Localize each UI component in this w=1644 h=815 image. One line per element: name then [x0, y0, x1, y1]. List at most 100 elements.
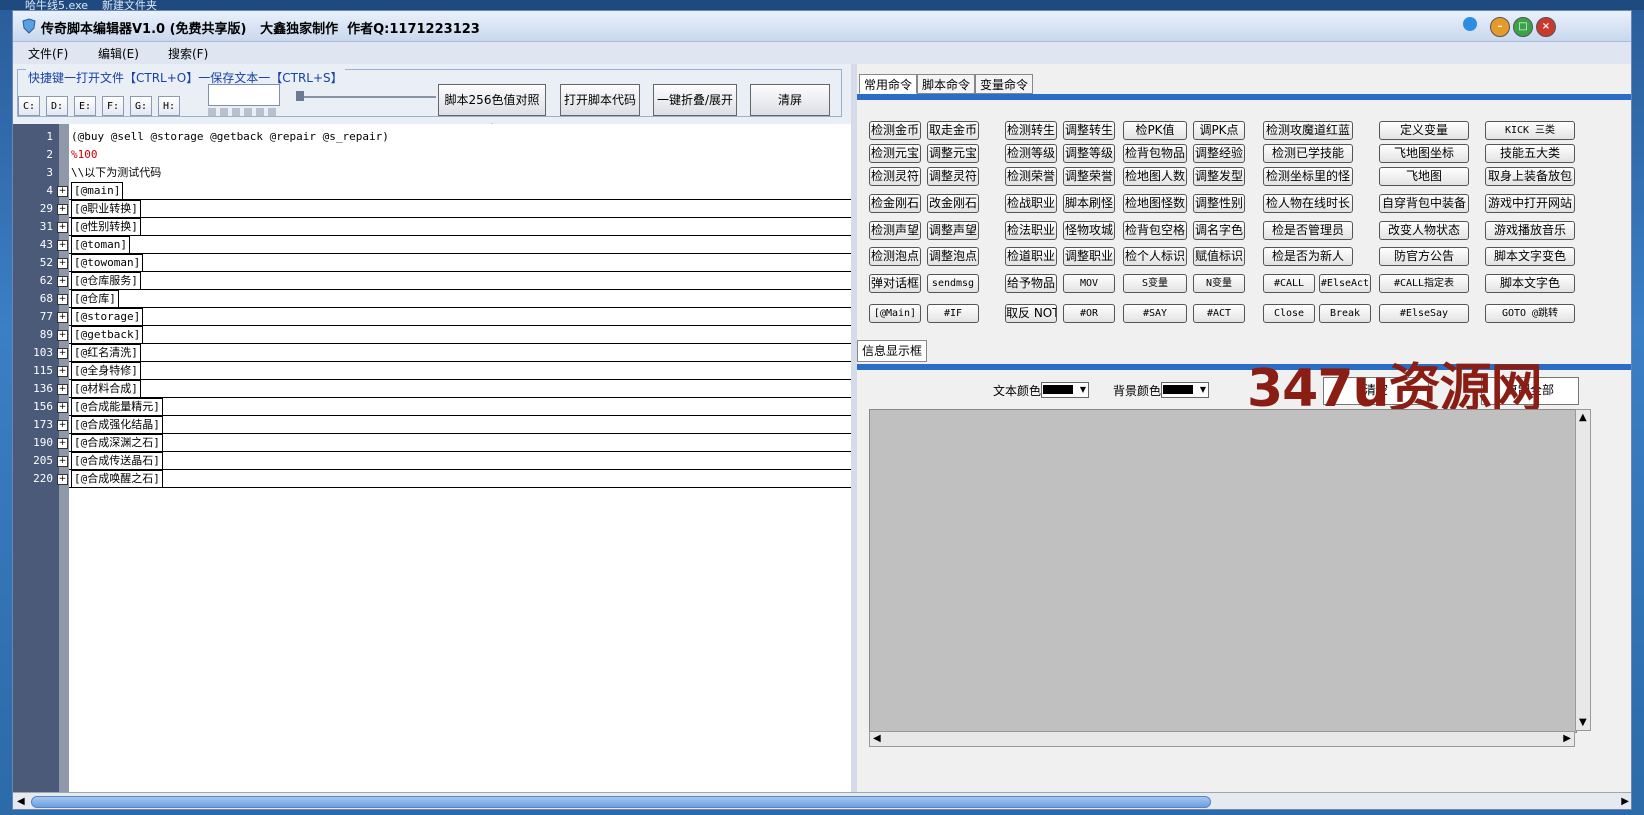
drive-c-button[interactable]: C: — [18, 96, 40, 116]
command-button[interactable]: 取走金币 — [927, 121, 979, 140]
command-button[interactable]: [@Main] — [869, 304, 921, 323]
code-line[interactable]: 103 + [@红名清洗] — [13, 344, 851, 362]
command-button[interactable]: MOV — [1063, 274, 1115, 293]
code-line[interactable]: 77 + [@storage] — [13, 308, 851, 326]
command-button[interactable]: #ElseAct — [1319, 274, 1371, 293]
code-line[interactable]: 29 + [@职业转换] — [13, 200, 851, 218]
command-button[interactable]: #CALL — [1263, 274, 1315, 293]
command-button[interactable]: #OR — [1063, 304, 1115, 323]
fold-expand-icon[interactable]: + — [57, 474, 68, 485]
code-line[interactable]: 31 + [@性别转换] — [13, 218, 851, 236]
command-button[interactable]: 检测声望 — [869, 221, 921, 240]
command-button[interactable]: 游戏中打开网站 — [1485, 194, 1575, 213]
fold-expand-icon[interactable]: + — [57, 222, 68, 233]
command-button[interactable]: 检测坐标里的怪 — [1263, 167, 1353, 186]
fold-expand-icon[interactable]: + — [57, 240, 68, 251]
command-button[interactable]: S变量 — [1123, 274, 1187, 293]
fold-expand-icon[interactable]: + — [57, 348, 68, 359]
command-button[interactable]: 怪物攻城 — [1063, 221, 1115, 240]
command-button[interactable]: 调整经验 — [1193, 144, 1245, 163]
command-button[interactable]: 检战职业 — [1005, 194, 1057, 213]
drive-d-button[interactable]: D: — [46, 96, 68, 116]
code-line[interactable]: 205 + [@合成传送晶石] — [13, 452, 851, 470]
command-button[interactable]: 技能五大类 — [1485, 144, 1575, 163]
fold-expand-icon[interactable]: + — [57, 456, 68, 467]
scroll-down-icon[interactable]: ▼ — [1579, 717, 1587, 728]
command-button[interactable]: #SAY — [1123, 304, 1187, 323]
code-line[interactable]: 68 + [@仓库] — [13, 290, 851, 308]
clear-screen-button[interactable]: 清屏 — [750, 84, 830, 116]
command-button[interactable]: 调名字色 — [1193, 221, 1245, 240]
command-button[interactable]: 改金刚石 — [927, 194, 979, 213]
info-horizontal-scrollbar[interactable]: ◀ ▶ — [869, 731, 1575, 747]
command-button[interactable]: GOTO @跳转 — [1485, 304, 1575, 323]
command-button[interactable]: 检测攻魔道红蓝 — [1263, 121, 1353, 140]
command-button[interactable]: 检测泡点 — [869, 247, 921, 266]
scroll-left-icon[interactable]: ◀ — [873, 733, 881, 744]
scroll-right-icon[interactable]: ▶ — [1563, 733, 1571, 744]
command-button[interactable]: 调PK点 — [1193, 121, 1245, 140]
code-line[interactable]: 2 %100 — [13, 146, 851, 164]
info-vertical-scrollbar[interactable]: ▲ ▼ — [1575, 409, 1591, 731]
minimize-button[interactable]: – — [1490, 17, 1510, 37]
fold-expand-icon[interactable]: + — [57, 312, 68, 323]
fold-expand-icon[interactable]: + — [57, 294, 68, 305]
scrollbar-thumb[interactable] — [31, 796, 1211, 808]
tab-variable-commands[interactable]: 变量命令 — [975, 74, 1034, 94]
editor-horizontal-scrollbar[interactable]: ◀ ▶ — [13, 792, 1631, 809]
code-line[interactable]: 1 (@buy @sell @storage @getback @repair @… — [13, 128, 851, 146]
code-line[interactable]: 136 + [@材料合成] — [13, 380, 851, 398]
command-button[interactable]: 调整等级 — [1063, 144, 1115, 163]
pin-icon[interactable] — [1463, 17, 1477, 31]
slider-thumb[interactable] — [296, 91, 304, 101]
fold-expand-icon[interactable]: + — [57, 186, 68, 197]
command-button[interactable]: 赋值标识 — [1193, 247, 1245, 266]
scroll-left-icon[interactable]: ◀ — [17, 796, 25, 807]
fold-expand-icon[interactable]: + — [57, 258, 68, 269]
color-preview-box[interactable] — [208, 84, 280, 106]
drive-f-button[interactable]: F: — [102, 96, 124, 116]
command-button[interactable]: 自穿背包中装备 — [1379, 194, 1469, 213]
command-button[interactable]: Break — [1319, 304, 1371, 323]
command-button[interactable]: 检测灵符 — [869, 167, 921, 186]
command-button[interactable]: 检测等级 — [1005, 144, 1057, 163]
command-button[interactable]: 检PK值 — [1123, 121, 1187, 140]
command-button[interactable]: 调整荣誉 — [1063, 167, 1115, 186]
command-button[interactable]: 调整灵符 — [927, 167, 979, 186]
drive-g-button[interactable]: G: — [130, 96, 152, 116]
menu-search[interactable]: 搜索(F) — [168, 45, 208, 62]
code-line[interactable]: 4 + [@main] — [13, 182, 851, 200]
drive-h-button[interactable]: H: — [158, 96, 180, 116]
command-button[interactable]: 防官方公告 — [1379, 247, 1469, 266]
fold-expand-icon[interactable]: + — [57, 420, 68, 431]
command-button[interactable]: 取身上装备放包 — [1485, 167, 1575, 186]
tab-common-commands[interactable]: 常用命令 — [859, 74, 918, 94]
drive-e-button[interactable]: E: — [74, 96, 96, 116]
command-button[interactable]: 飞地图 — [1379, 167, 1469, 186]
command-button[interactable]: 检测荣誉 — [1005, 167, 1057, 186]
code-line[interactable]: 52 + [@towoman] — [13, 254, 851, 272]
command-button[interactable]: 检地图怪数 — [1123, 194, 1187, 213]
fold-expand-icon[interactable]: + — [57, 204, 68, 215]
maximize-button[interactable]: □ — [1513, 17, 1533, 37]
tab-script-commands[interactable]: 脚本命令 — [917, 74, 976, 94]
command-button[interactable]: sendmsg — [927, 274, 979, 293]
fold-expand-icon[interactable]: + — [57, 438, 68, 449]
command-button[interactable]: 检是否为新人 — [1263, 247, 1353, 266]
command-button[interactable]: 检测已学技能 — [1263, 144, 1353, 163]
color-table-button[interactable]: 脚本256色值对照表 — [438, 84, 546, 137]
command-button[interactable]: 检法职业 — [1005, 221, 1057, 240]
fold-expand-icon[interactable]: + — [57, 402, 68, 413]
scroll-right-icon[interactable]: ▶ — [1621, 796, 1629, 807]
code-line[interactable]: 156 + [@合成能量精元] — [13, 398, 851, 416]
command-button[interactable]: 检测金币 — [869, 121, 921, 140]
bg-color-select[interactable]: ▼ — [1161, 382, 1209, 398]
command-button[interactable]: N变量 — [1193, 274, 1245, 293]
code-line[interactable]: 173 + [@合成强化结晶] — [13, 416, 851, 434]
close-button[interactable]: × — [1536, 17, 1556, 37]
command-button[interactable]: 取反 NOT — [1005, 304, 1057, 323]
command-button[interactable]: 脚本文字变色 — [1485, 247, 1575, 266]
info-text-area[interactable] — [869, 409, 1577, 733]
command-button[interactable]: #ACT — [1193, 304, 1245, 323]
text-color-select[interactable]: ▼ — [1041, 382, 1089, 398]
